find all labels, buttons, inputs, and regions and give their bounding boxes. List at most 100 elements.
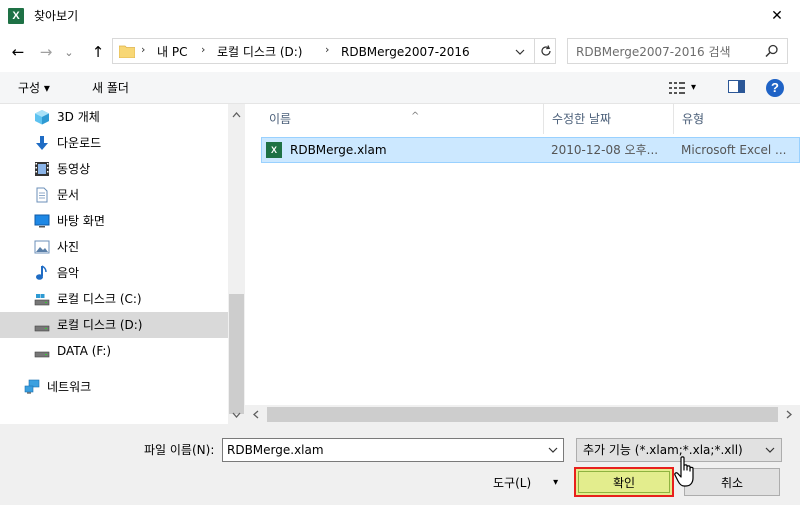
sort-ascending-icon: ^ <box>411 111 420 122</box>
nav-item-label: DATA (F:) <box>57 344 112 358</box>
network-icon <box>24 379 40 394</box>
scrollbar-thumb[interactable] <box>267 407 778 422</box>
chevron-down-icon: ⌄ <box>64 45 74 59</box>
nav-item-documents[interactable]: 문서 <box>0 182 228 208</box>
ok-button[interactable]: 확인 <box>574 467 674 497</box>
chevron-down-icon[interactable] <box>546 442 560 458</box>
back-button[interactable]: ← <box>8 42 28 62</box>
nav-item-videos[interactable]: 동영상 <box>0 156 228 182</box>
drive-icon <box>34 294 50 306</box>
column-header-label: 유형 <box>682 112 705 126</box>
file-list: 이름 ^ 수정한 날짜 유형 X RDBMerge.xlam 2010-12-0… <box>245 104 800 424</box>
column-header-type[interactable]: 유형 <box>674 104 800 134</box>
music-note-icon <box>36 265 47 280</box>
navigation-pane-scrollbar[interactable] <box>228 104 245 424</box>
file-list-horizontal-scrollbar[interactable] <box>245 405 800 424</box>
file-name-input[interactable] <box>227 442 537 458</box>
scroll-down-button[interactable] <box>228 406 245 423</box>
chevron-down-icon: ▾ <box>553 477 559 488</box>
nav-item-3d-objects[interactable]: 3D 개체 <box>0 104 228 130</box>
address-bar[interactable]: › 내 PC › 로컬 디스크 (D:) › RDBMerge2007-2016 <box>112 38 556 64</box>
file-name-combobox[interactable] <box>222 438 564 462</box>
tools-menu-button[interactable]: 도구(L) ▾ <box>493 475 558 491</box>
ok-label: 확인 <box>612 475 636 490</box>
breadcrumb-separator[interactable]: › <box>201 43 205 56</box>
window-title: 찾아보기 <box>34 9 79 23</box>
nav-item-label: 문서 <box>57 188 80 202</box>
file-name-cell: RDBMerge.xlam <box>290 143 387 157</box>
nav-item-label: 네트워크 <box>47 380 92 394</box>
nav-item-label: 로컬 디스크 (C:) <box>57 292 142 306</box>
forward-button[interactable]: → <box>36 42 56 62</box>
search-field[interactable]: RDBMerge2007-2016 검색 <box>567 38 788 64</box>
file-name-label: 파일 이름(N): <box>144 443 215 457</box>
nav-item-label: 동영상 <box>57 162 91 176</box>
nav-item-local-disk-d[interactable]: 로컬 디스크 (D:) <box>0 312 228 338</box>
download-arrow-icon <box>36 136 48 150</box>
new-folder-label: 새 폴더 <box>92 81 129 95</box>
breadcrumb-local-disk-d[interactable]: 로컬 디스크 (D:) <box>217 44 302 60</box>
scroll-left-button[interactable] <box>247 405 265 424</box>
up-arrow-icon: ↑ <box>91 43 105 61</box>
file-modified-cell: 2010-12-08 오후... <box>551 143 659 157</box>
nav-item-label: 다운로드 <box>57 136 102 150</box>
organize-label: 구성 ▾ <box>18 81 50 95</box>
scroll-up-button[interactable] <box>228 106 245 123</box>
table-row[interactable]: X RDBMerge.xlam 2010-12-08 오후... Microso… <box>261 137 800 163</box>
breadcrumb-separator[interactable]: › <box>325 43 329 56</box>
folder-icon <box>119 45 135 58</box>
cube-3d-icon <box>35 110 49 125</box>
nav-item-local-disk-c[interactable]: 로컬 디스크 (C:) <box>0 286 228 312</box>
help-icon[interactable]: ? <box>766 79 784 97</box>
excel-app-icon: X <box>8 8 24 24</box>
breadcrumb-separator[interactable]: › <box>141 43 145 56</box>
organize-button[interactable]: 구성 ▾ <box>18 80 50 96</box>
preview-pane-icon <box>728 80 745 93</box>
nav-item-data-f[interactable]: DATA (F:) <box>0 338 228 364</box>
preview-pane-button[interactable] <box>728 80 745 93</box>
file-type-filter-value: 추가 기능 (*.xlam;*.xla;*.xll) <box>583 443 743 457</box>
breadcrumb-this-pc[interactable]: 내 PC <box>157 44 187 60</box>
cancel-label: 취소 <box>720 475 744 490</box>
change-view-button[interactable]: ▾ <box>669 80 696 96</box>
command-toolbar: 구성 ▾ 새 폴더 ▾ ? <box>0 72 800 104</box>
breadcrumb-rdbmerge-folder[interactable]: RDBMerge2007-2016 <box>341 44 470 60</box>
nav-item-downloads[interactable]: 다운로드 <box>0 130 228 156</box>
title-bar: X 찾아보기 ✕ <box>0 0 800 32</box>
chevron-down-icon <box>232 412 241 418</box>
back-arrow-icon: ← <box>11 43 25 61</box>
up-button[interactable]: ↑ <box>88 42 108 62</box>
address-history-dropdown[interactable] <box>511 43 529 61</box>
nav-item-label: 음악 <box>57 266 80 280</box>
close-button[interactable]: ✕ <box>754 0 800 32</box>
recent-locations-button[interactable]: ⌄ <box>62 42 76 62</box>
refresh-icon <box>540 45 551 56</box>
search-icon <box>765 44 778 58</box>
drive-icon <box>34 351 50 358</box>
nav-item-network[interactable]: 네트워크 <box>0 374 228 400</box>
column-header-name[interactable]: 이름 ^ <box>261 104 544 134</box>
nav-item-label: 바탕 화면 <box>57 214 105 228</box>
chevron-down-icon <box>515 49 525 55</box>
chevron-right-icon <box>786 410 792 419</box>
nav-item-label: 로컬 디스크 (D:) <box>57 318 143 332</box>
column-header-modified[interactable]: 수정한 날짜 <box>544 104 674 134</box>
view-details-icon <box>669 82 685 94</box>
nav-item-pictures[interactable]: 사진 <box>0 234 228 260</box>
nav-item-music[interactable]: 음악 <box>0 260 228 286</box>
nav-item-desktop[interactable]: 바탕 화면 <box>0 208 228 234</box>
file-type-cell: Microsoft Excel ... <box>681 143 787 157</box>
new-folder-button[interactable]: 새 폴더 <box>92 80 129 96</box>
column-header-label: 이름 <box>269 112 292 126</box>
film-icon <box>35 162 49 176</box>
navigation-pane: 3D 개체 다운로드 동영상 문서 바탕 화면 사진 음악 로컬 디스크 (C:… <box>0 104 228 424</box>
nav-item-label: 3D 개체 <box>57 110 100 124</box>
drive-icon <box>34 325 50 332</box>
chevron-up-icon <box>232 111 241 117</box>
column-header-label: 수정한 날짜 <box>552 112 612 126</box>
scroll-right-button[interactable] <box>780 405 798 424</box>
scrollbar-thumb[interactable] <box>229 294 244 414</box>
refresh-button[interactable] <box>534 39 556 63</box>
excel-file-icon: X <box>266 142 282 158</box>
search-placeholder: RDBMerge2007-2016 검색 <box>576 45 731 59</box>
